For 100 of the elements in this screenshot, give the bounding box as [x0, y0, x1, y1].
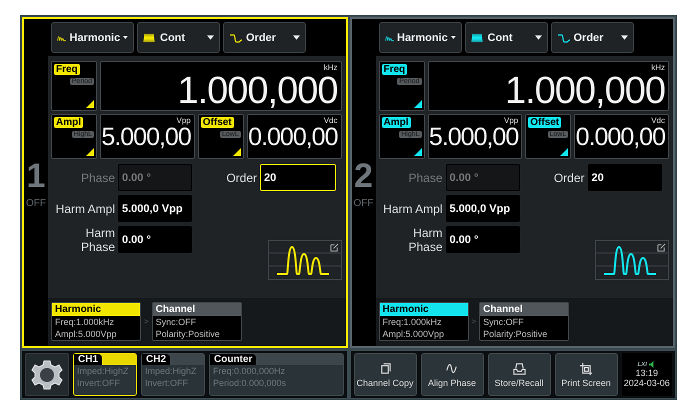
field-label: Harm Phase — [80, 226, 115, 254]
caret-icon — [293, 35, 300, 40]
separator-arrow: > — [472, 317, 476, 326]
card-title: Harmonic — [380, 303, 468, 316]
value-reading: 1.000,000 — [504, 72, 665, 110]
waveform-icon — [229, 32, 243, 44]
waveform-preview[interactable] — [595, 240, 669, 280]
output-state: OFF — [354, 198, 374, 209]
order-field[interactable]: 20 — [260, 164, 336, 191]
output-title: CH2 — [142, 354, 170, 365]
action-button[interactable]: Align Phase — [420, 353, 484, 396]
parameter-tag: Offset — [200, 117, 234, 128]
mode-dropdown[interactable]: Cont — [464, 22, 548, 53]
info-card[interactable]: Channel Sync:OFF Polarity:Positive — [479, 302, 570, 341]
caret-icon — [450, 35, 456, 40]
output-line: Invert:OFF — [144, 377, 190, 389]
harmonic-amplitude-field[interactable]: 5.000,0 Vpp — [446, 195, 520, 222]
value-display[interactable]: kHz 1.000,000 — [428, 61, 669, 111]
unit-label: Vdc — [324, 116, 338, 125]
field-label: Harm Phase — [407, 226, 442, 254]
mode-dropdown[interactable]: Order — [223, 22, 306, 53]
order-field[interactable]: 20 — [588, 164, 662, 191]
clock-time: 13:19 — [635, 368, 658, 378]
waveform-icon — [470, 32, 484, 44]
output-state: OFF — [26, 198, 46, 209]
value-reading: 1.000,000 — [177, 72, 338, 110]
counter-card[interactable]: Counter Freq:0.000,000Hz Period:0.000,000s — [209, 353, 344, 396]
parameter-tag: Ampl — [54, 117, 83, 128]
card-title: Channel — [480, 303, 568, 316]
unit-label: kHz — [324, 63, 338, 72]
corner-triangle-icon — [232, 148, 241, 156]
card-line: Freq:1.000kHz — [382, 316, 443, 328]
corner-triangle-icon — [414, 148, 422, 156]
card-line: Polarity:Positive — [154, 328, 221, 340]
info-card[interactable]: Harmonic Freq:1.000kHz Ampl:5.000Vpp — [378, 302, 468, 341]
parameter-tag: Freq — [382, 64, 408, 75]
output-line: Imped:HighZ — [76, 365, 130, 377]
value-display[interactable]: kHz 1.000,000 — [100, 61, 342, 111]
harmonic-phase-field[interactable]: 0.00 ° — [446, 226, 520, 253]
field-label: Phase — [80, 170, 115, 184]
clock-date: 2024-03-06 — [624, 378, 670, 388]
settings-button[interactable] — [25, 353, 69, 396]
value-reading: 0.000,00 — [576, 125, 665, 150]
harmonic-phase-field[interactable]: 0.00 ° — [118, 226, 192, 253]
caret-icon — [620, 35, 628, 40]
output-line: Invert:OFF — [76, 377, 122, 389]
parameter-tag: Freq — [54, 64, 80, 75]
corner-triangle-icon — [86, 148, 94, 156]
output-card[interactable]: CH1 Imped:HighZ Invert:OFF — [73, 353, 137, 396]
action-button[interactable]: Store/Recall — [488, 353, 550, 396]
waveform-icon — [556, 32, 570, 44]
caret-icon — [534, 35, 542, 40]
info-card[interactable]: Harmonic Freq:1.000kHz Ampl:5.000Vpp — [51, 302, 141, 341]
action-icon — [445, 362, 459, 376]
counter-title: Counter — [210, 354, 256, 365]
field-label: Harm Ampl — [382, 202, 442, 216]
field-label: Order — [552, 170, 584, 184]
caret-icon — [207, 35, 214, 40]
info-card[interactable]: Channel Sync:OFF Polarity:Positive — [152, 302, 242, 341]
value-reading: 5.000,00 — [101, 125, 191, 150]
settings-icon — [31, 358, 63, 390]
harmonic-amplitude-field[interactable]: 5.000,0 Vpp — [118, 195, 192, 222]
mode-dropdown[interactable]: Order — [550, 22, 634, 53]
counter-line: Period:0.000,000s — [212, 377, 288, 389]
field-label: Phase — [407, 170, 442, 184]
corner-triangle-icon — [86, 100, 94, 108]
speaker-icon — [648, 361, 656, 368]
unit-label: Vdc — [651, 116, 665, 125]
mode-dropdown[interactable]: Harmonic — [51, 22, 134, 53]
unit-label: Vpp — [504, 116, 518, 125]
corner-triangle-icon — [414, 100, 422, 108]
unit-label: kHz — [651, 63, 665, 72]
action-icon — [579, 362, 593, 376]
value-display[interactable]: Vpp 5.000,00 — [428, 114, 522, 159]
card-title: Harmonic — [52, 303, 140, 316]
channel-number: 2 — [354, 159, 373, 193]
value-display[interactable]: Vpp 5.000,00 — [100, 114, 195, 159]
edit-icon[interactable] — [657, 243, 666, 252]
mode-dropdown[interactable]: Harmonic — [378, 22, 462, 53]
action-button[interactable]: Channel Copy — [354, 353, 416, 396]
action-button[interactable]: Print Screen — [554, 353, 618, 396]
output-card[interactable]: CH2 Imped:HighZ Invert:OFF — [141, 353, 205, 396]
action-icon — [512, 362, 526, 376]
action-icon — [378, 362, 392, 376]
separator-arrow: > — [144, 317, 149, 326]
card-line: Polarity:Positive — [482, 328, 548, 340]
channel-number: 1 — [26, 159, 46, 193]
value-display[interactable]: Vdc 0.000,00 — [574, 114, 669, 159]
output-line: Imped:HighZ — [144, 365, 198, 377]
card-title: Channel — [152, 303, 241, 316]
parameter-tag: Offset — [528, 117, 562, 128]
value-display[interactable]: Vdc 0.000,00 — [246, 114, 342, 159]
waveform-preview[interactable] — [268, 240, 342, 280]
output-title: CH1 — [74, 354, 102, 365]
counter-line: Freq:0.000,000Hz — [212, 365, 286, 377]
caret-icon — [123, 35, 128, 40]
mode-dropdown[interactable]: Cont — [137, 22, 220, 53]
card-line: Sync:OFF — [482, 316, 525, 328]
edit-icon[interactable] — [330, 243, 338, 252]
corner-triangle-icon — [560, 148, 568, 156]
